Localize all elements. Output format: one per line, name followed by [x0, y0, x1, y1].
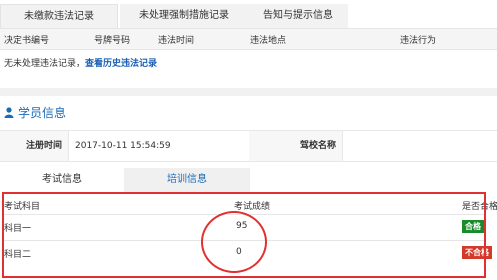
tab-exam-info[interactable]: 考试信息: [0, 168, 124, 192]
col-plate-no: 号牌号码: [94, 36, 131, 46]
student-info-row: 注册时间 2017-10-11 15:54:59 驾校名称: [0, 130, 497, 162]
tab-unprocessed-measures[interactable]: 未处理强制措施记录: [120, 4, 248, 28]
tab-training-info[interactable]: 培训信息: [124, 168, 250, 192]
user-icon: [4, 107, 14, 118]
divider: [0, 88, 497, 96]
top-tab-bar: 未缴款违法记录 未处理强制措施记录 告知与提示信息: [0, 0, 497, 29]
annotation-circle: [201, 211, 267, 273]
reg-time-label: 注册时间: [25, 141, 62, 151]
col-decision-no: 决定书编号: [4, 36, 50, 46]
tab-notices[interactable]: 告知与提示信息: [248, 4, 348, 28]
section-title: 学员信息: [4, 104, 66, 121]
section-title-text: 学员信息: [18, 106, 67, 120]
sub-tab-bar: 考试信息 培训信息: [0, 168, 497, 192]
reg-time-value: 2017-10-11 15:54:59: [68, 131, 249, 161]
empty-violation-row: 无未处理违法记录，查看历史违法记录: [0, 50, 497, 78]
empty-text: 无未处理违法记录，: [4, 59, 86, 69]
history-link[interactable]: 查看历史违法记录: [85, 59, 157, 69]
col-violation-act: 违法行为: [400, 36, 437, 46]
school-label: 驾校名称: [299, 141, 336, 151]
tab-unpaid-violations[interactable]: 未缴款违法记录: [0, 4, 118, 29]
school-value: [342, 131, 497, 161]
col-violation-place: 违法地点: [250, 36, 287, 46]
col-violation-time: 违法时间: [158, 36, 195, 46]
violation-table-header: 决定书编号 号牌号码 违法时间 违法地点 违法行为: [0, 28, 497, 50]
